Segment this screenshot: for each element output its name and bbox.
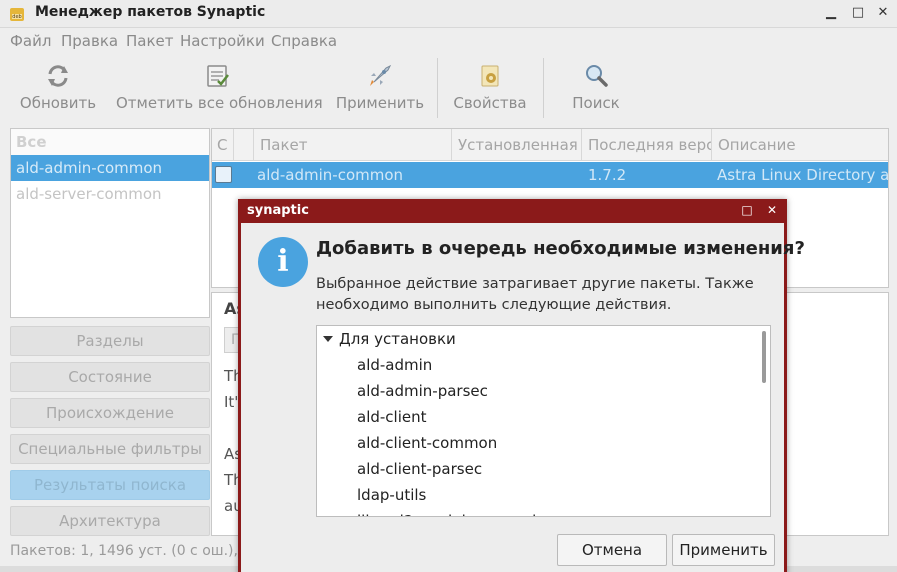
sections-button[interactable]: Разделы (10, 326, 210, 356)
changes-group-label: Для установки (339, 330, 456, 348)
menu-package[interactable]: Пакет (126, 32, 174, 50)
menu-file[interactable]: Файл (10, 32, 51, 50)
reload-label: Обновить (19, 94, 97, 112)
menu-edit[interactable]: Правка (61, 32, 118, 50)
toolbar-separator (437, 58, 438, 118)
confirm-dialog: synaptic □ ✕ i Добавить в очередь необхо… (238, 199, 805, 572)
synaptic-app-icon: deb (10, 8, 24, 21)
maximize-button[interactable]: □ (849, 4, 867, 22)
properties-icon (481, 65, 499, 87)
row-installed-version (458, 162, 578, 188)
dialog-apply-button[interactable]: Применить (672, 534, 775, 566)
reload-button[interactable]: Обновить (14, 56, 102, 118)
row-package: ald-admin-common (257, 166, 404, 184)
search-results-button[interactable]: Результаты поиска (10, 470, 210, 500)
mark-all-updates-button[interactable]: Отметить все обновления (116, 56, 323, 118)
window-title: Менеджер пакетов Synaptic (35, 4, 266, 20)
column-description[interactable]: Описание (712, 129, 888, 161)
minimize-button[interactable]: ▁ (822, 4, 840, 22)
architecture-button[interactable]: Архитектура (10, 506, 210, 536)
column-spacer (234, 129, 254, 161)
cancel-button[interactable]: Отмена (557, 534, 667, 566)
search-button[interactable]: Поиск (560, 56, 632, 118)
filter-item-ald-admin-common[interactable]: ald-admin-common (11, 155, 209, 181)
dialog-close-button[interactable]: ✕ (764, 202, 780, 218)
list-item[interactable]: ldap-utils (357, 486, 426, 504)
mark-updates-icon (207, 65, 229, 87)
svg-text:deb: deb (12, 14, 21, 20)
column-package[interactable]: Пакет (254, 129, 452, 161)
row-latest-version: 1.7.2 (588, 166, 627, 184)
origin-button[interactable]: Происхождение (10, 398, 210, 428)
dialog-maximize-button[interactable]: □ (739, 202, 755, 218)
reload-icon (48, 65, 68, 87)
list-item[interactable]: ald-client-common (357, 434, 497, 452)
changes-group-install[interactable]: Для установки (323, 330, 456, 348)
properties-button[interactable]: Свойства (448, 56, 532, 118)
toolbar: Обновить Отметить все обновления Примени… (0, 56, 897, 122)
list-item[interactable]: ald-client-parsec (357, 460, 482, 478)
changes-scrollbar[interactable] (760, 328, 768, 514)
column-status[interactable]: С (212, 129, 234, 161)
list-item[interactable]: ald-client (357, 408, 427, 426)
list-item[interactable]: libsasl2-modules-gssapi (357, 512, 536, 516)
apply-button[interactable]: Применить (334, 56, 426, 118)
info-icon: i (258, 237, 308, 287)
mark-all-updates-label: Отметить все обновления (116, 94, 323, 112)
column-latest-version[interactable]: Последняя версия (582, 129, 712, 161)
description-line: It' (224, 393, 239, 411)
row-description: Astra Linux Directory administration (717, 166, 889, 184)
filter-list[interactable]: Все ald-admin-common ald-server-common (10, 128, 210, 318)
column-installed-version[interactable]: Установленная версия (452, 129, 582, 161)
scrollbar-thumb[interactable] (762, 331, 766, 383)
menu-settings[interactable]: Настройки (180, 32, 265, 50)
dialog-message: Выбранное действие затрагивает другие па… (316, 276, 754, 313)
list-item[interactable]: ald-admin-parsec (357, 382, 488, 400)
table-row[interactable]: ald-admin-common 1.7.2 Astra Linux Direc… (212, 162, 889, 188)
status-bar: Пакетов: 1, 1496 уст. (0 с ош.), 5 (10, 543, 252, 559)
filter-list-header[interactable]: Все (11, 129, 209, 155)
search-icon (586, 65, 608, 87)
package-status-icon[interactable] (215, 166, 232, 183)
info-icon-glyph: i (277, 244, 289, 279)
status-button[interactable]: Состояние (10, 362, 210, 392)
menu-help[interactable]: Справка (271, 32, 337, 50)
dialog-title: synaptic (247, 203, 309, 218)
menubar: Файл Правка Пакет Настройки Справка (0, 30, 897, 52)
dialog-titlebar: synaptic □ ✕ (241, 199, 784, 223)
changes-list[interactable]: Для установки ald-admin ald-admin-parsec… (316, 325, 771, 517)
toolbar-separator (543, 58, 544, 118)
properties-label: Свойства (453, 94, 527, 112)
filter-item-ald-server-common[interactable]: ald-server-common (11, 181, 209, 207)
expander-down-icon[interactable] (323, 335, 333, 342)
close-button[interactable]: ✕ (874, 4, 892, 22)
dialog-heading: Добавить в очередь необходимые изменения… (316, 238, 805, 259)
rocket-icon (370, 64, 392, 86)
apply-label: Применить (335, 94, 425, 112)
window-titlebar: deb Менеджер пакетов Synaptic ▁ □ ✕ (0, 0, 897, 28)
list-item[interactable]: ald-admin (357, 356, 432, 374)
search-label: Поиск (572, 94, 620, 112)
custom-filters-button[interactable]: Специальные фильтры (10, 434, 210, 464)
